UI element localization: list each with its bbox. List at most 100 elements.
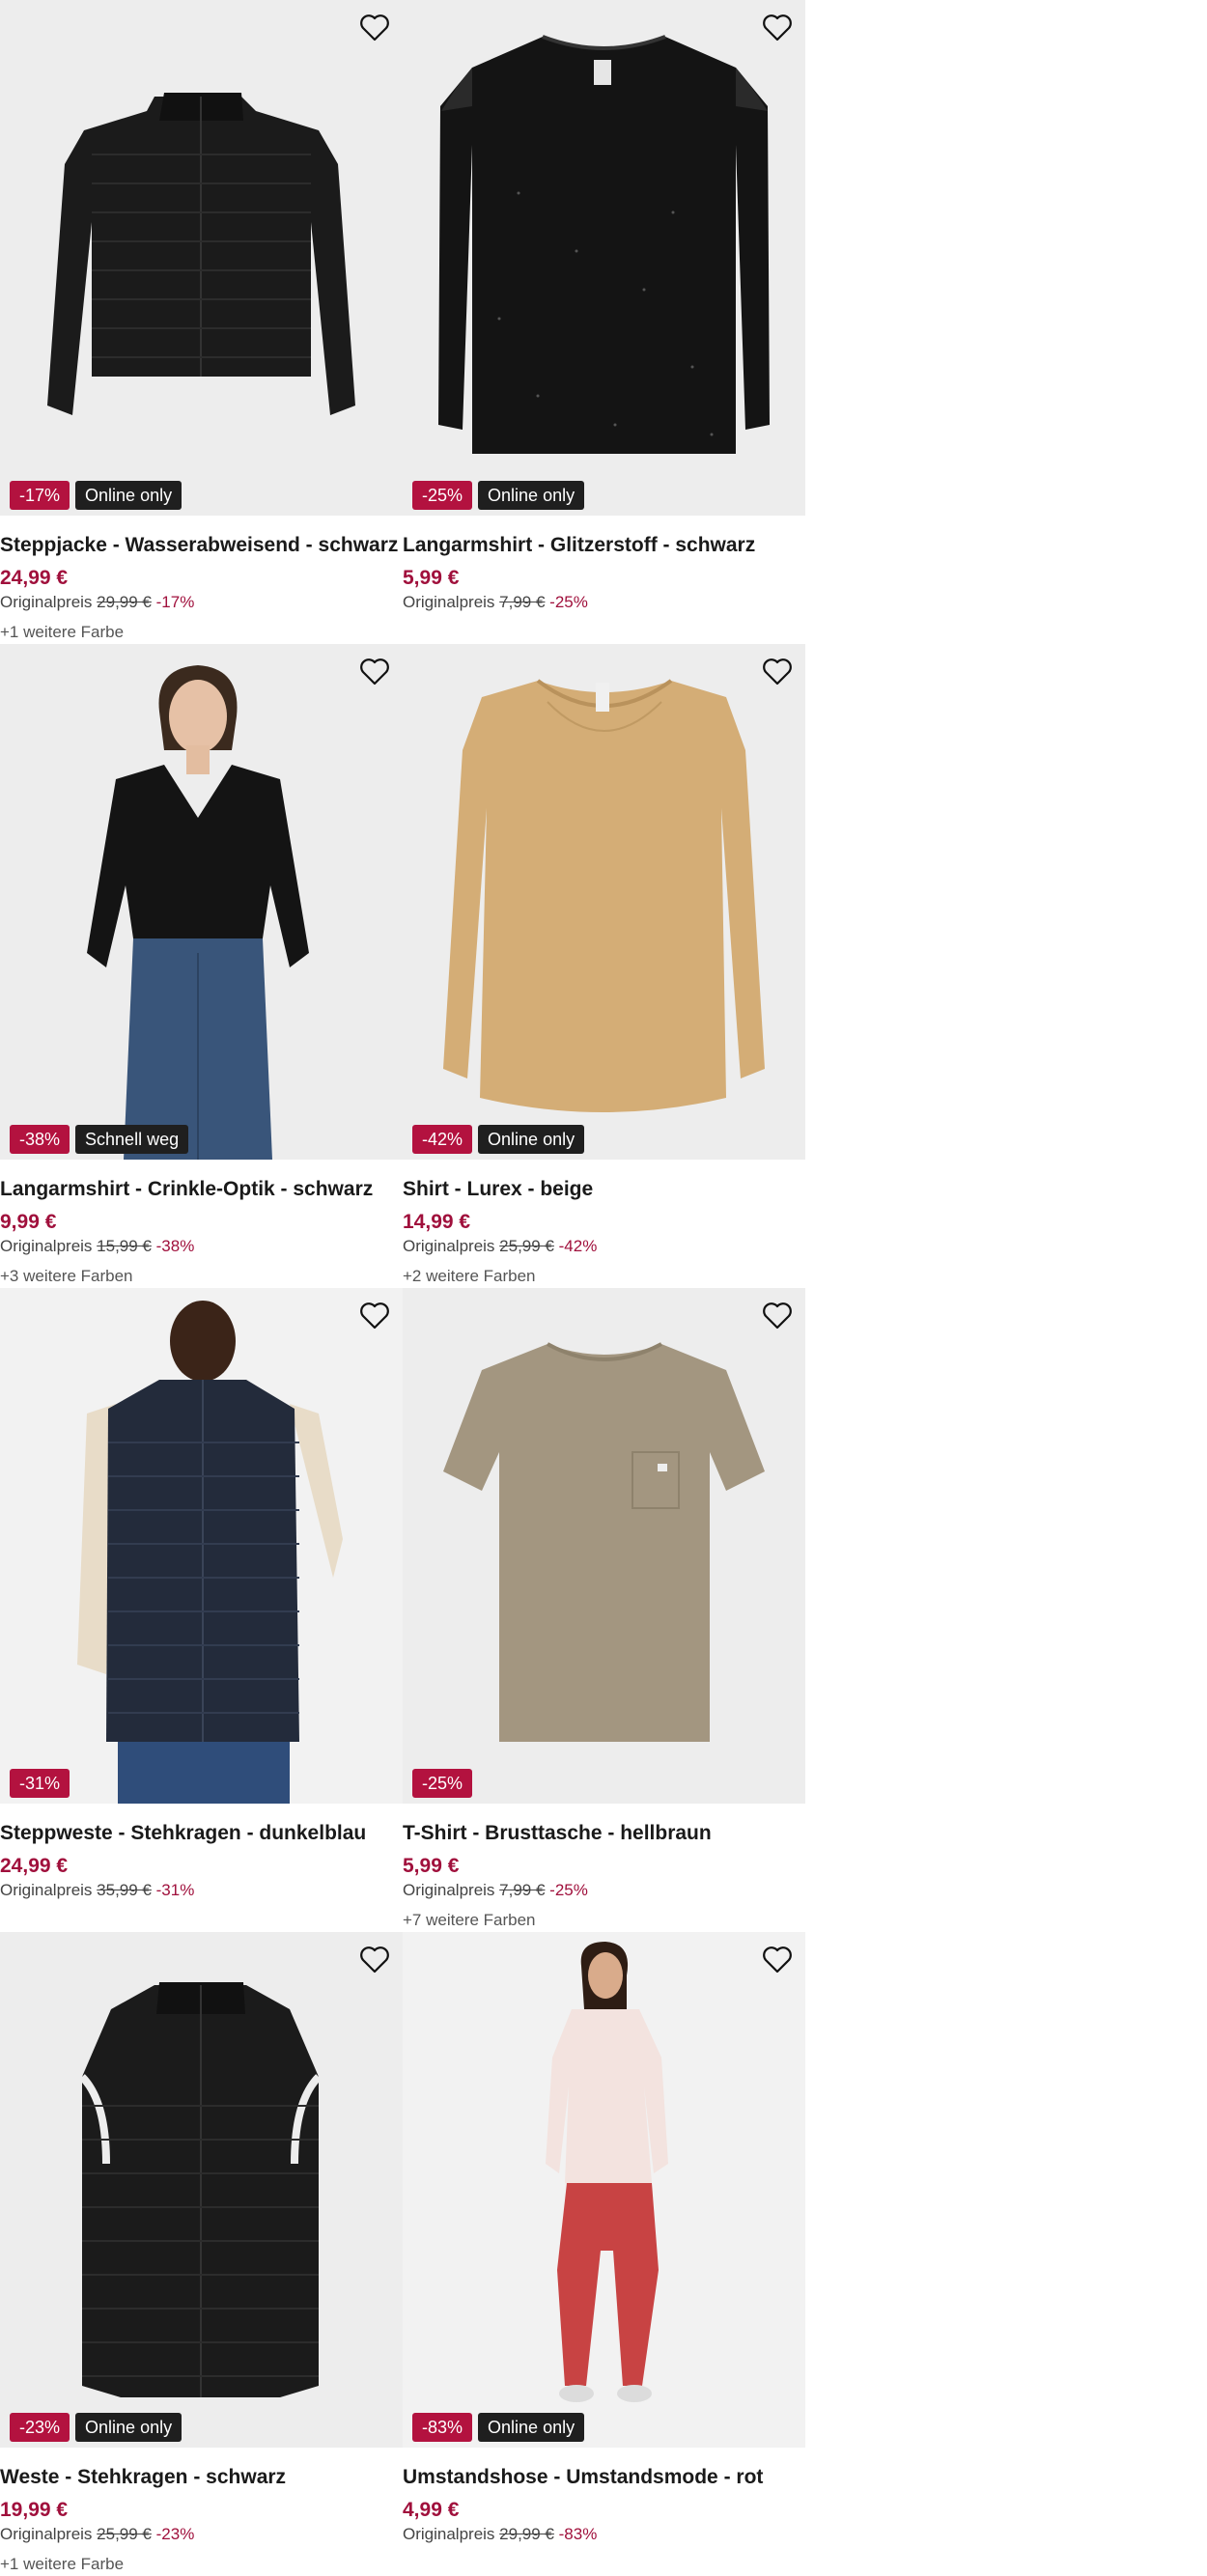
- original-price-line: Originalpreis 25,99 € -42%: [403, 1237, 597, 1256]
- discount-percent: -25%: [549, 1881, 588, 1899]
- discount-badge: -83%: [412, 2413, 473, 2442]
- heart-icon: [360, 1302, 389, 1330]
- schnell-weg-badge: Schnell weg: [75, 1125, 189, 1154]
- product-card[interactable]: -25% Online only Langarmshirt - Glitzers…: [403, 0, 805, 644]
- original-price: 15,99 €: [97, 1237, 152, 1255]
- product-card[interactable]: -38% Schnell weg Langarmshirt - Crinkle-…: [0, 644, 403, 1288]
- product-price: 5,99 €: [403, 1855, 460, 1877]
- discount-percent: -83%: [558, 2525, 598, 2543]
- product-name[interactable]: Umstandshose - Umstandsmode - rot: [403, 2466, 763, 2489]
- product-name[interactable]: Shirt - Lurex - beige: [403, 1178, 593, 1201]
- heart-icon: [360, 1946, 389, 1974]
- black-glitter-longsleeve-image: [403, 0, 805, 516]
- product-image[interactable]: -42% Online only: [403, 644, 805, 1160]
- original-price-label: Originalpreis: [403, 1237, 495, 1255]
- favorite-button[interactable]: [759, 1942, 796, 1978]
- product-card[interactable]: -25% T-Shirt - Brusttasche - hellbraun 5…: [403, 1288, 805, 1932]
- heart-icon: [360, 14, 389, 42]
- original-price-label: Originalpreis: [403, 593, 495, 611]
- product-price: 5,99 €: [403, 567, 460, 589]
- man-navy-vest-image: [0, 1288, 403, 1804]
- original-price-line: Originalpreis 25,99 € -23%: [0, 2525, 194, 2544]
- discount-badge: -31%: [10, 1769, 70, 1798]
- heart-icon: [763, 658, 792, 686]
- original-price-line: Originalpreis 29,99 € -17%: [0, 593, 194, 612]
- original-price-line: Originalpreis 35,99 € -31%: [0, 1881, 194, 1900]
- product-name[interactable]: T-Shirt - Brusttasche - hellbraun: [403, 1822, 712, 1845]
- product-name[interactable]: Steppweste - Stehkragen - dunkelblau: [0, 1822, 366, 1845]
- favorite-button[interactable]: [759, 654, 796, 690]
- product-price: 9,99 €: [0, 1211, 57, 1233]
- original-price-label: Originalpreis: [403, 1881, 495, 1899]
- product-name[interactable]: Weste - Stehkragen - schwarz: [0, 2466, 286, 2489]
- product-name[interactable]: Langarmshirt - Glitzerstoff - schwarz: [403, 534, 755, 557]
- original-price-line: Originalpreis 15,99 € -38%: [0, 1237, 194, 1256]
- woman-red-maternity-pants-image: [403, 1932, 805, 2448]
- original-price-line: Originalpreis 29,99 € -83%: [403, 2525, 597, 2544]
- original-price-label: Originalpreis: [403, 2525, 495, 2543]
- product-name[interactable]: Steppjacke - Wasserabweisend - schwarz: [0, 534, 398, 557]
- discount-badge: -25%: [412, 481, 473, 510]
- discount-badge: -38%: [10, 1125, 70, 1154]
- online-only-badge: Online only: [478, 1125, 585, 1154]
- product-image[interactable]: -25%: [403, 1288, 805, 1804]
- product-image[interactable]: -17% Online only: [0, 0, 403, 516]
- discount-percent: -17%: [155, 593, 195, 611]
- heart-icon: [360, 658, 389, 686]
- badges: -17% Online only: [10, 481, 182, 510]
- black-puffer-jacket-image: [0, 0, 403, 516]
- product-card[interactable]: -83% Online only Umstandshose - Umstands…: [403, 1932, 805, 2576]
- more-colors-link[interactable]: +2 weitere Farben: [403, 1267, 536, 1286]
- favorite-button[interactable]: [356, 654, 393, 690]
- product-image[interactable]: -31%: [0, 1288, 403, 1804]
- discount-percent: -31%: [155, 1881, 195, 1899]
- product-price: 24,99 €: [0, 567, 69, 589]
- product-image[interactable]: -25% Online only: [403, 0, 805, 516]
- product-price: 24,99 €: [0, 1855, 69, 1877]
- favorite-button[interactable]: [759, 1298, 796, 1334]
- online-only-badge: Online only: [478, 481, 585, 510]
- favorite-button[interactable]: [356, 1298, 393, 1334]
- discount-percent: -42%: [558, 1237, 598, 1255]
- more-colors-link[interactable]: +1 weitere Farbe: [0, 2555, 124, 2574]
- online-only-badge: Online only: [478, 2413, 585, 2442]
- product-card[interactable]: -42% Online only Shirt - Lurex - beige 1…: [403, 644, 805, 1288]
- badges: -38% Schnell weg: [10, 1125, 189, 1154]
- product-image[interactable]: -38% Schnell weg: [0, 644, 403, 1160]
- product-card[interactable]: -17% Online only Steppjacke - Wasserabwe…: [0, 0, 403, 644]
- favorite-button[interactable]: [759, 10, 796, 46]
- original-price: 25,99 €: [499, 1237, 554, 1255]
- discount-percent: -38%: [155, 1237, 195, 1255]
- original-price-label: Originalpreis: [0, 593, 93, 611]
- product-card[interactable]: -31% Steppweste - Stehkragen - dunkelbla…: [0, 1288, 403, 1932]
- product-price: 19,99 €: [0, 2499, 69, 2521]
- badges: -83% Online only: [412, 2413, 585, 2442]
- original-price: 7,99 €: [499, 1881, 546, 1899]
- badges: -25%: [412, 1769, 473, 1798]
- more-colors-link[interactable]: +7 weitere Farben: [403, 1911, 536, 1930]
- product-image[interactable]: -83% Online only: [403, 1932, 805, 2448]
- discount-badge: -23%: [10, 2413, 70, 2442]
- beige-longsleeve-image: [403, 644, 805, 1160]
- product-image[interactable]: -23% Online only: [0, 1932, 403, 2448]
- original-price-label: Originalpreis: [0, 1881, 93, 1899]
- product-name[interactable]: Langarmshirt - Crinkle-Optik - schwarz: [0, 1178, 373, 1201]
- original-price-label: Originalpreis: [0, 1237, 93, 1255]
- original-price-label: Originalpreis: [0, 2525, 93, 2543]
- more-colors-link[interactable]: +3 weitere Farben: [0, 1267, 133, 1286]
- favorite-button[interactable]: [356, 1942, 393, 1978]
- online-only-badge: Online only: [75, 2413, 182, 2442]
- original-price: 29,99 €: [97, 593, 152, 611]
- product-grid: -17% Online only Steppjacke - Wasserabwe…: [0, 0, 805, 2576]
- original-price: 7,99 €: [499, 593, 546, 611]
- black-vest-image: [0, 1932, 403, 2448]
- original-price: 35,99 €: [97, 1881, 152, 1899]
- more-colors-link[interactable]: +1 weitere Farbe: [0, 623, 124, 642]
- product-card[interactable]: -23% Online only Weste - Stehkragen - sc…: [0, 1932, 403, 2576]
- discount-percent: -25%: [549, 593, 588, 611]
- original-price-line: Originalpreis 7,99 € -25%: [403, 593, 588, 612]
- original-price: 29,99 €: [499, 2525, 554, 2543]
- badges: -42% Online only: [412, 1125, 585, 1154]
- badges: -23% Online only: [10, 2413, 182, 2442]
- favorite-button[interactable]: [356, 10, 393, 46]
